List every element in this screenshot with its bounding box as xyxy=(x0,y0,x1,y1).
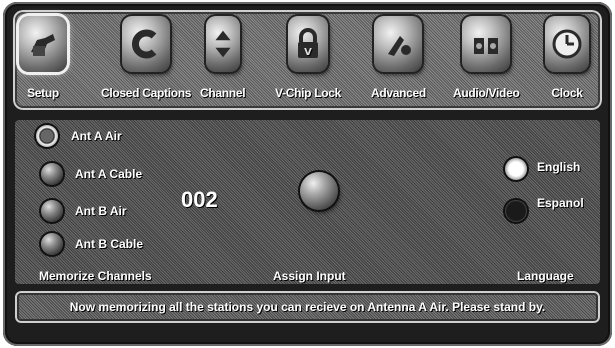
svg-text:V: V xyxy=(304,47,312,58)
radio-ant-a-cable[interactable] xyxy=(41,163,63,185)
menu-item-audio-video[interactable]: Audio/Video xyxy=(453,16,520,104)
channel-arrows-icon xyxy=(205,16,240,72)
padlock-icon: V xyxy=(288,16,329,72)
tv-setup-screen: Setup Closed Captions Channel V V-Chip L… xyxy=(3,2,612,346)
radio-ant-a-air[interactable] xyxy=(36,125,58,147)
option-label-ant-b-cable: Ant B Cable xyxy=(75,237,144,251)
option-label-ant-a-air: Ant A Air xyxy=(71,129,122,143)
assign-input-knob[interactable] xyxy=(300,172,338,210)
menu-label-closed-captions: Closed Captions xyxy=(101,86,192,100)
assign-input-label: Assign Input xyxy=(273,269,346,283)
clock-icon xyxy=(545,16,589,72)
radio-espanol[interactable] xyxy=(505,200,527,222)
audio-video-icon xyxy=(462,16,511,72)
menu-label-channel: Channel xyxy=(200,86,246,100)
menu-label-clock: Clock xyxy=(551,86,583,100)
menu-item-v-chip-lock[interactable]: V V-Chip Lock xyxy=(275,16,341,104)
option-label-english: English xyxy=(537,160,581,174)
status-message: Now memorizing all the stations you can … xyxy=(69,300,546,314)
status-bar: Now memorizing all the stations you can … xyxy=(15,291,600,323)
menu-item-clock[interactable]: Clock xyxy=(545,16,589,104)
menu-label-setup: Setup xyxy=(27,86,59,100)
menu-label-audio-video: Audio/Video xyxy=(453,86,520,100)
channel-number: 002 xyxy=(181,187,218,212)
setup-content-panel: Ant A Air Ant A Cable Ant B Air Ant B Ca… xyxy=(15,120,600,284)
radio-english[interactable] xyxy=(505,158,527,180)
menu-item-advanced[interactable]: Advanced xyxy=(371,16,426,104)
setup-icon xyxy=(19,16,67,72)
menu-label-advanced: Advanced xyxy=(371,86,426,100)
option-label-ant-a-cable: Ant A Cable xyxy=(75,167,143,181)
memorize-channels-label: Memorize Channels xyxy=(39,269,152,283)
option-label-ant-b-air: Ant B Air xyxy=(75,204,127,218)
radio-ant-b-cable[interactable] xyxy=(41,233,63,255)
main-menu-bar: Setup Closed Captions Channel V V-Chip L… xyxy=(13,10,602,110)
language-label: Language xyxy=(517,269,574,283)
menu-item-setup[interactable]: Setup xyxy=(19,16,67,104)
radio-ant-b-air[interactable] xyxy=(41,200,63,222)
option-label-espanol: Espanol xyxy=(537,196,584,210)
menu-item-closed-captions[interactable]: Closed Captions xyxy=(101,16,191,104)
menu-item-channel[interactable]: Channel xyxy=(200,16,246,104)
advanced-icon xyxy=(374,16,423,72)
menu-label-v-chip-lock: V-Chip Lock xyxy=(275,86,342,100)
closed-captions-icon xyxy=(122,16,171,72)
